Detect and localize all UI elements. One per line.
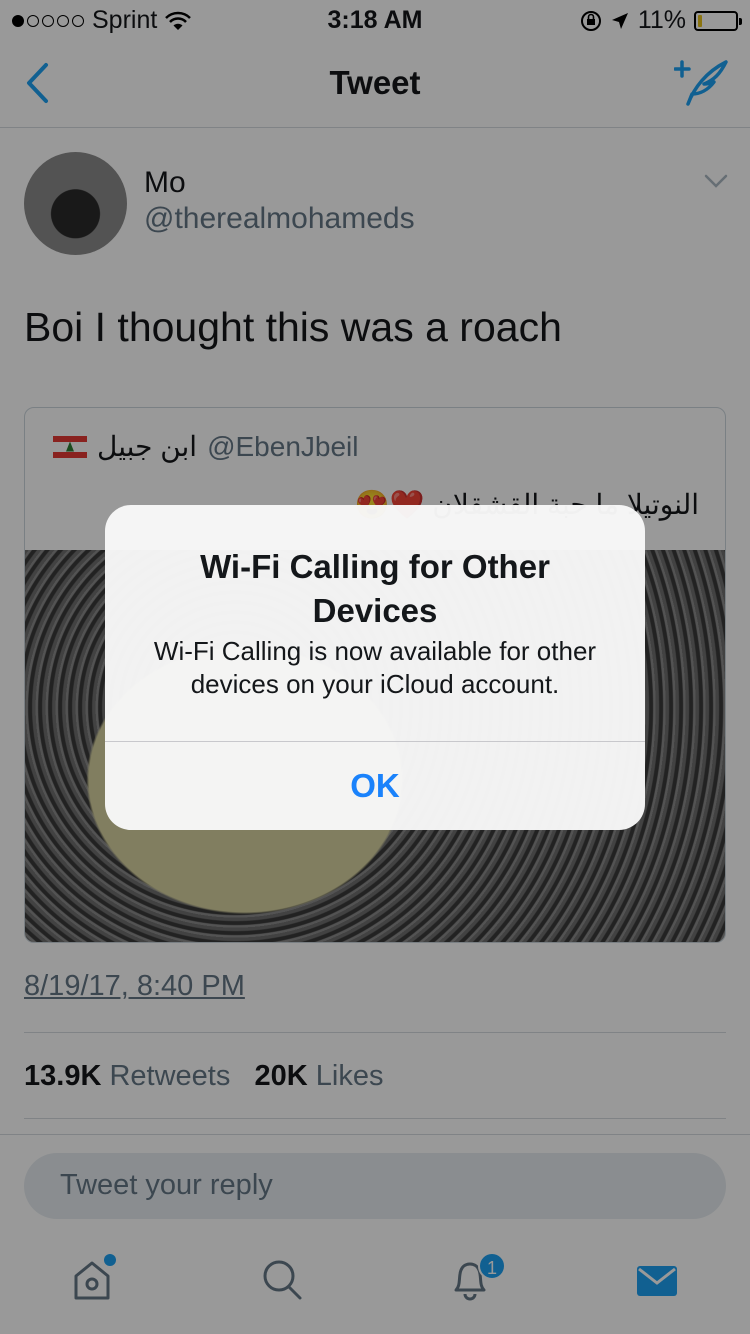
wifi-calling-alert: Wi-Fi Calling for Other Devices Wi-Fi Ca…	[105, 505, 645, 830]
alert-title: Wi-Fi Calling for Other Devices	[200, 548, 550, 629]
alert-message: Wi-Fi Calling is now available for other…	[153, 636, 597, 699]
ok-button[interactable]: OK	[105, 742, 645, 830]
